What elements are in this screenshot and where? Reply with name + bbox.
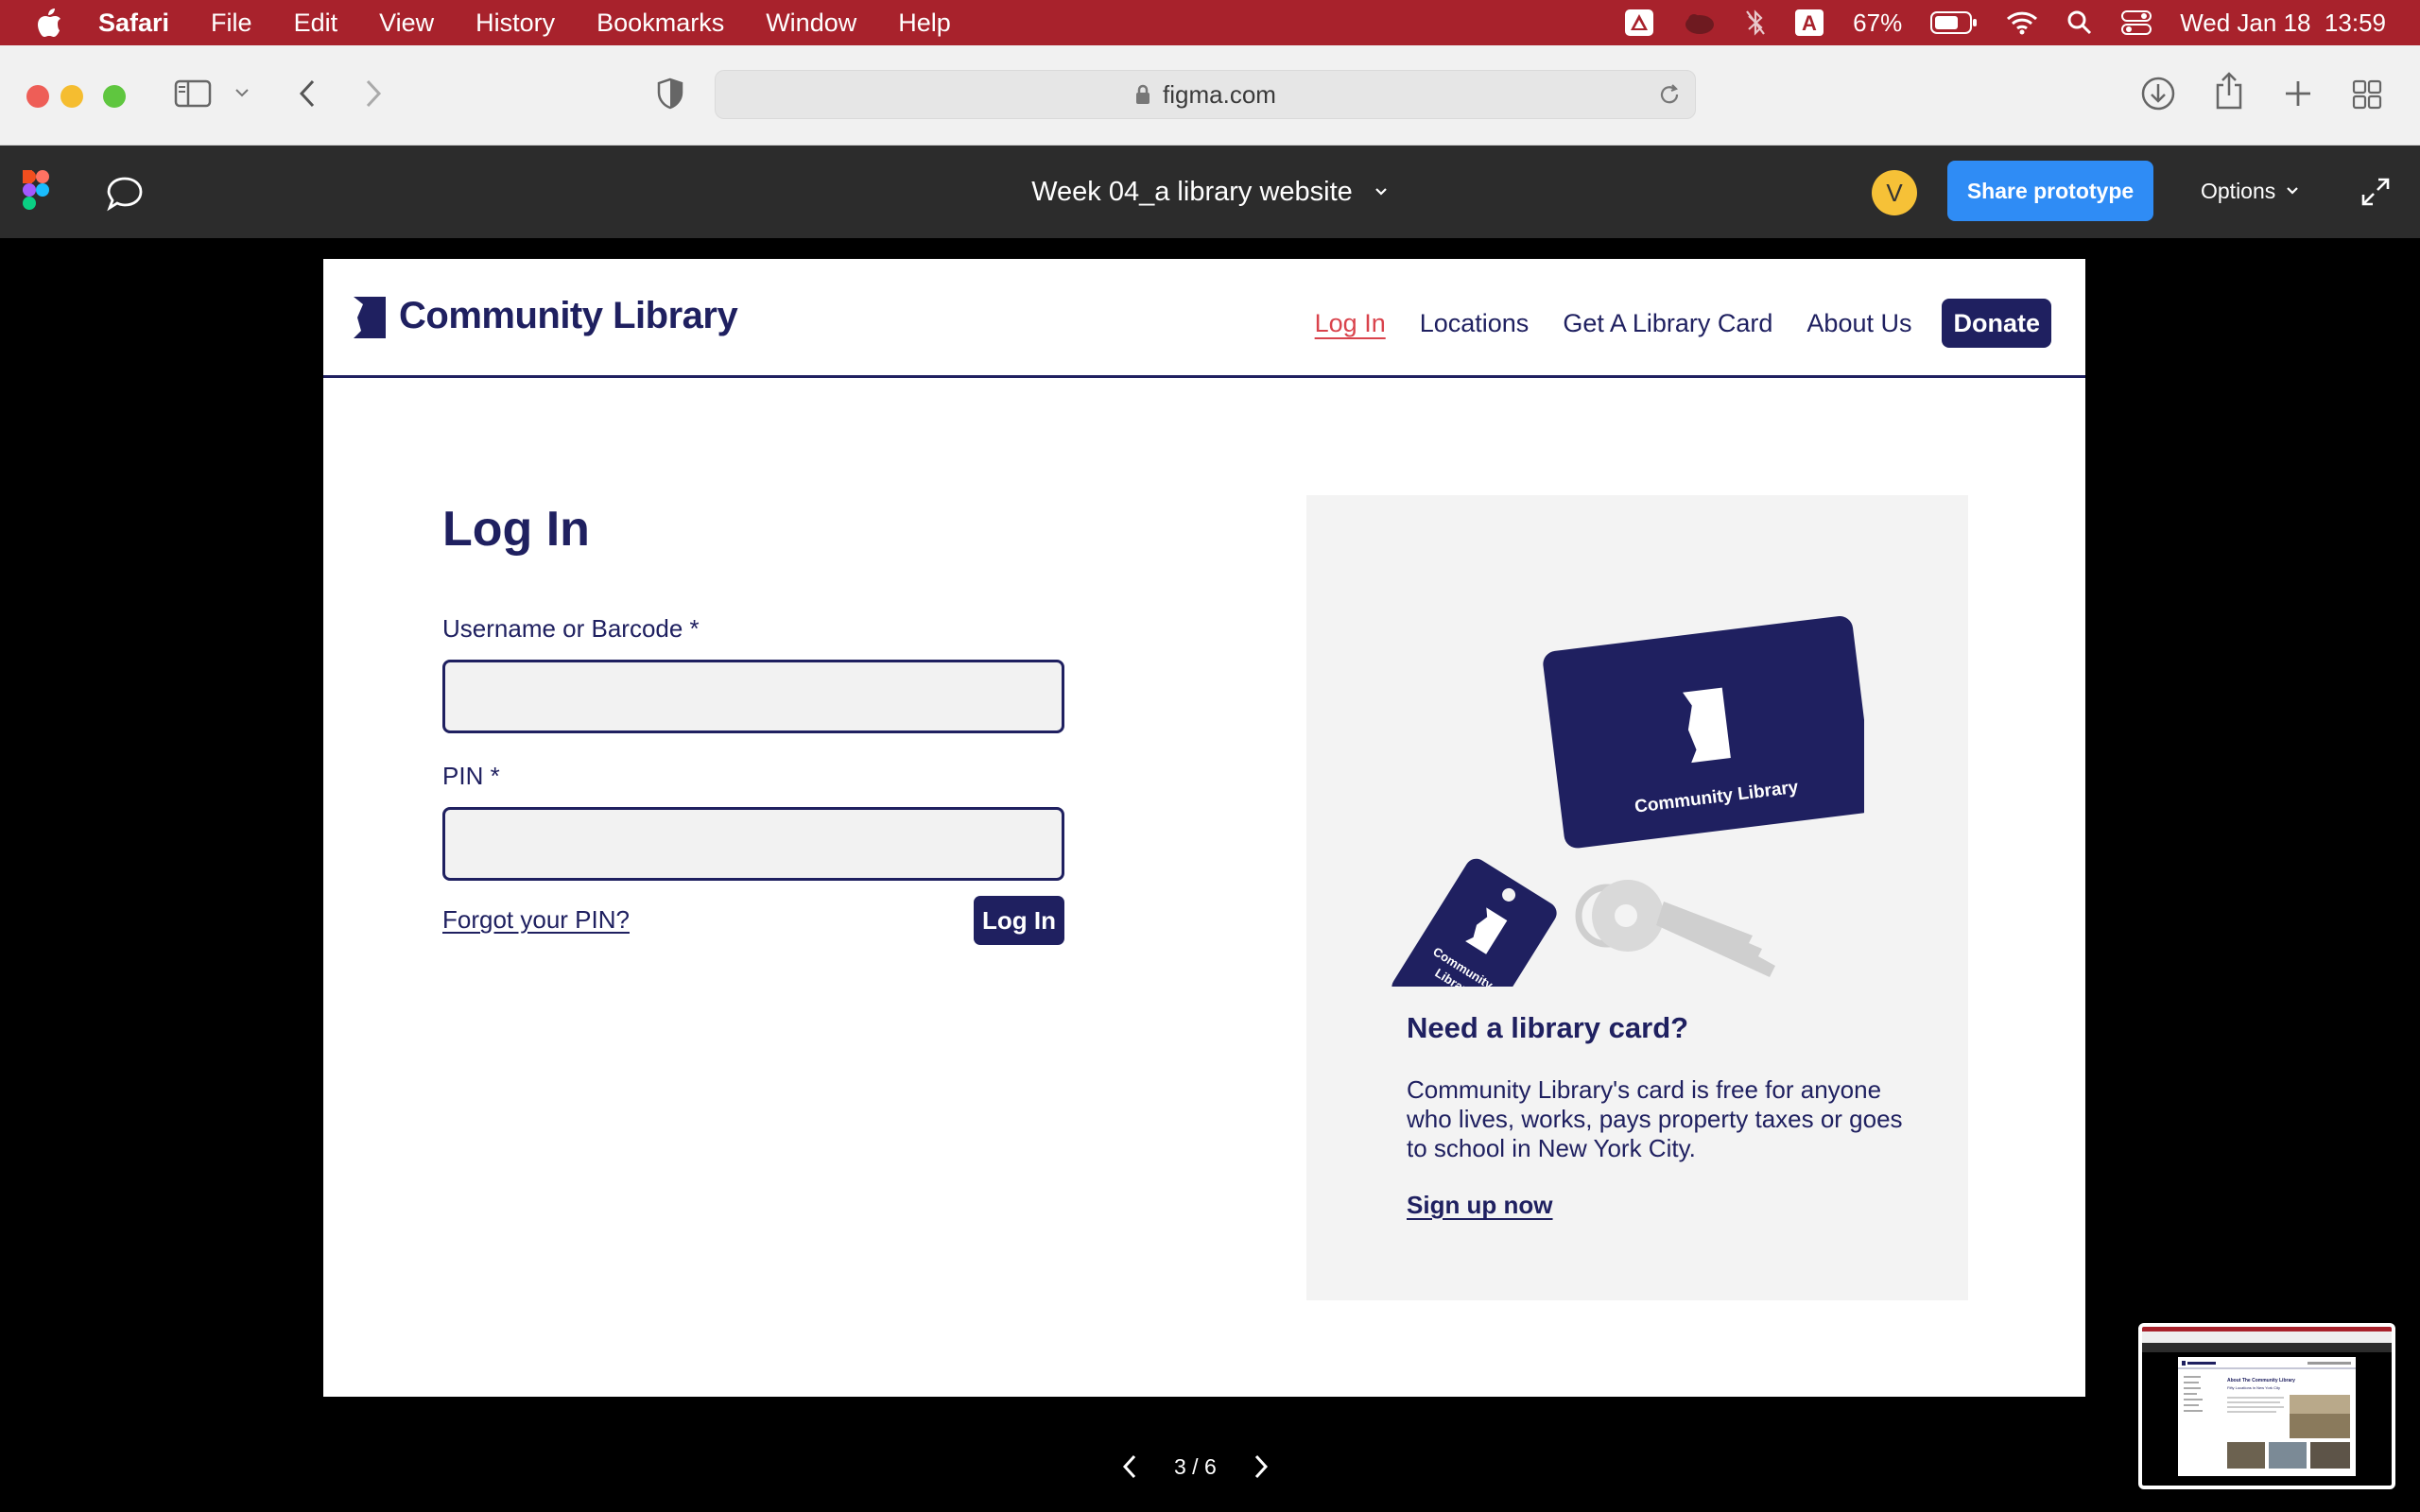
- key-shape: [1575, 880, 1775, 977]
- username-label: Username or Barcode *: [442, 614, 700, 643]
- login-submit-button[interactable]: Log In: [974, 896, 1064, 945]
- wifi-icon[interactable]: [2006, 10, 2038, 35]
- battery-percent: 67%: [1853, 8, 1903, 37]
- file-title-text[interactable]: Week 04_a library website: [1031, 177, 1353, 208]
- privacy-shield-icon[interactable]: [656, 77, 684, 110]
- sign-up-link[interactable]: Sign up now: [1407, 1191, 1553, 1220]
- input-source-letter: A: [1802, 11, 1817, 35]
- share-prototype-button[interactable]: Share prototype: [1947, 161, 2153, 221]
- frame-pager: 3 / 6: [1121, 1448, 1270, 1486]
- safari-toolbar: figma.com: [0, 45, 2420, 146]
- battery-icon[interactable]: [1930, 10, 1978, 35]
- lock-icon: [1134, 83, 1151, 106]
- previous-frame-icon[interactable]: [1121, 1453, 1138, 1480]
- site-logo-text[interactable]: Community Library: [399, 295, 738, 337]
- options-menu-button[interactable]: Options: [2201, 161, 2300, 221]
- promo-body: Community Library's card is free for any…: [1407, 1075, 1903, 1162]
- pin-label: PIN *: [442, 762, 500, 790]
- control-center-icon[interactable]: [2121, 9, 2152, 36]
- nav-about-link[interactable]: About Us: [1806, 309, 1911, 338]
- menu-safari[interactable]: Safari: [98, 9, 169, 38]
- window-minimize-button[interactable]: [60, 85, 83, 108]
- username-field[interactable]: [442, 660, 1064, 733]
- library-card-promo: Community Library Community Library Need…: [1306, 495, 1968, 1300]
- menubar-status-area: A 67% Wed Jan 18 13:59: [1624, 0, 2386, 45]
- pin-field[interactable]: [442, 807, 1064, 881]
- options-label: Options: [2201, 178, 2276, 203]
- comment-icon[interactable]: [106, 176, 144, 216]
- nav-login-link[interactable]: Log In: [1315, 309, 1386, 338]
- menu-view[interactable]: View: [379, 9, 434, 38]
- forward-arrow-icon[interactable]: [363, 77, 384, 110]
- menu-history[interactable]: History: [475, 9, 555, 38]
- library-card-illustration: Community Library Community Library: [1392, 615, 1864, 987]
- sidebar-toggle-icon[interactable]: [174, 79, 212, 108]
- nav-locations-link[interactable]: Locations: [1420, 309, 1530, 338]
- reload-icon[interactable]: [1657, 82, 1682, 107]
- back-arrow-icon[interactable]: [297, 77, 318, 110]
- page-title: Log In: [442, 502, 590, 557]
- avatar[interactable]: V: [1872, 170, 1917, 215]
- new-tab-plus-icon[interactable]: [2284, 79, 2312, 108]
- macos-menubar: Safari File Edit View History Bookmarks …: [0, 0, 2420, 45]
- nav-library-card-link[interactable]: Get A Library Card: [1563, 309, 1772, 338]
- figma-prototype-header: Week 04_a library website V Share protot…: [0, 146, 2420, 238]
- thumbnail-preview-image: About The Community Library Fifty Locati…: [2142, 1327, 2392, 1486]
- site-header: Community Library Log In Locations Get A…: [323, 259, 2085, 378]
- promo-heading: Need a library card?: [1407, 1011, 1689, 1044]
- tab-overview-icon[interactable]: [2352, 79, 2382, 110]
- address-bar-url: figma.com: [1163, 79, 1276, 109]
- menu-file[interactable]: File: [211, 9, 252, 38]
- thumbnail-subtitle: Fifty Locations in New York City: [2227, 1385, 2280, 1390]
- figma-logo-icon[interactable]: [23, 170, 49, 215]
- screenshot-thumbnail[interactable]: About The Community Library Fifty Locati…: [2138, 1323, 2395, 1489]
- downloads-icon[interactable]: [2140, 76, 2176, 112]
- window-zoom-button[interactable]: [103, 85, 126, 108]
- address-bar[interactable]: figma.com: [715, 70, 1696, 119]
- menu-bookmarks[interactable]: Bookmarks: [596, 9, 724, 38]
- chevron-down-icon[interactable]: [1374, 186, 1389, 198]
- fullscreen-expand-icon[interactable]: [2360, 176, 2392, 213]
- spotlight-search-icon[interactable]: [2066, 9, 2093, 36]
- menu-window[interactable]: Window: [766, 9, 856, 38]
- forgot-pin-link[interactable]: Forgot your PIN?: [442, 905, 630, 935]
- next-frame-icon[interactable]: [1253, 1453, 1270, 1480]
- site-nav: Log In Locations Get A Library Card Abou…: [1281, 299, 2051, 348]
- prototype-frame: Community Library Log In Locations Get A…: [323, 259, 2085, 1397]
- cloud-app-icon[interactable]: [1683, 9, 1717, 36]
- thumbnail-title: About The Community Library: [2227, 1378, 2295, 1383]
- bluetooth-icon[interactable]: [1745, 9, 1766, 37]
- share-icon[interactable]: [2214, 72, 2244, 110]
- creative-cloud-icon[interactable]: [1624, 9, 1654, 37]
- library-logo-icon[interactable]: [354, 297, 386, 343]
- frame-counter: 3 / 6: [1174, 1453, 1217, 1479]
- menu-help[interactable]: Help: [898, 9, 951, 38]
- input-source-icon[interactable]: A: [1794, 9, 1824, 37]
- menu-edit[interactable]: Edit: [294, 9, 338, 38]
- apple-icon[interactable]: [36, 8, 64, 38]
- menubar-clock[interactable]: Wed Jan 18 13:59: [2180, 9, 2386, 38]
- window-close-button[interactable]: [26, 85, 49, 108]
- chevron-down-icon: [2285, 185, 2300, 197]
- donate-button[interactable]: Donate: [1942, 299, 2051, 348]
- sidebar-chevron-down-icon[interactable]: [234, 87, 250, 98]
